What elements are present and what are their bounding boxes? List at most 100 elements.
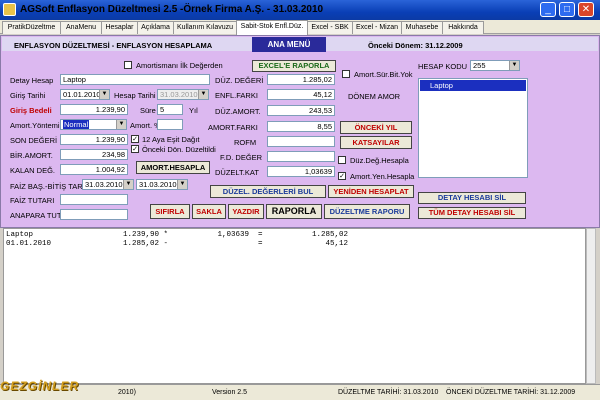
sure-input[interactable]: 5 (157, 104, 183, 115)
amort-sur-bit-yok-checkbox[interactable] (342, 70, 350, 78)
duzelt-kat-value: 1,03639 (267, 166, 335, 177)
tab-excel-sbk[interactable]: Excel - SBK (307, 21, 353, 34)
detay-hesap-label: Detay Hesap (10, 76, 54, 85)
amort-yen-hesapla-checkbox[interactable]: ✓ (338, 172, 346, 180)
app-icon (3, 3, 16, 16)
tab-bar: PratikDüzeltme AnaMenu Hesaplar Açıklama… (0, 20, 600, 35)
onceki-donem-label: Önceki Dönem: 31.12.2009 (368, 41, 463, 50)
hesap-kodu-value: 255 (473, 61, 486, 70)
amortismani-ilk-degerden-checkbox[interactable] (124, 61, 132, 69)
hesap-kodu-select[interactable]: 255 ▼ (470, 60, 520, 71)
duz-amort-value: 243,53 (267, 105, 335, 116)
bir-amort-label: BİR.AMORT. (10, 151, 53, 160)
chevron-down-icon: ▼ (116, 120, 126, 129)
tab-sabit-stok[interactable]: Sabit-Stok Enfl.Düz. (236, 20, 308, 35)
onceki-don-duzeltildi-label: Önceki Dön. Düzeltildi (142, 145, 216, 154)
amort-farki-value: 8,55 (267, 121, 335, 132)
amort-farki-label: AMORT.FARKI (208, 123, 258, 132)
sakla-button[interactable]: SAKLA (192, 204, 226, 219)
amort-yen-hesapla-label: Amort.Yen.Hesapla (350, 172, 415, 181)
son-degeri-label: SON DEĞERİ (10, 136, 58, 145)
excel-raporla-button[interactable]: EXCEL'E RAPORLA (252, 60, 336, 72)
ay-esit-dagit-checkbox[interactable]: ✓ (131, 135, 139, 143)
fd-degeri-value (267, 151, 335, 162)
tab-kullanim-kilavuzu[interactable]: Kullanım Kılavuzu (173, 21, 237, 34)
output-scrollbar[interactable] (586, 228, 596, 384)
duzelt-kat-label: DÜZELT.KAT (215, 168, 259, 177)
status-version: Version 2.5 (212, 389, 248, 396)
list-item[interactable]: Laptop (420, 80, 526, 91)
chevron-down-icon: ▼ (198, 90, 208, 99)
tab-excel-mizan[interactable]: Excel - Mizan (352, 21, 402, 34)
report-output[interactable]: Laptop 1.239,90 * 1,03639 = 1.285,02 01.… (3, 228, 586, 384)
report-row: Laptop 1.239,90 * 1,03639 = 1.285,02 (6, 231, 349, 239)
tab-muhasebe[interactable]: Muhasebe (401, 21, 443, 34)
section-title: ENFLASYON DÜZELTMESİ - ENFLASYON HESAPLA… (14, 41, 213, 50)
maximize-button[interactable]: □ (559, 2, 575, 17)
sifirla-button[interactable]: SIFIRLA (150, 204, 190, 219)
hesap-tarihi-picker[interactable]: 31.03.2010 ▼ (157, 89, 209, 100)
tab-aciklama[interactable]: Açıklama (137, 21, 174, 34)
katsayilar-button[interactable]: KATSAYILAR (340, 136, 412, 149)
status-duzeltme-tarihi: DÜZELTME TARİHİ: 31.03.2010 (338, 389, 439, 396)
amort-hesapla-button[interactable]: AMORT.HESAPLA (136, 161, 210, 174)
amort-sur-bit-yok-label: Amort.Sür.Bit.Yok (354, 70, 413, 79)
tab-hesaplar[interactable]: Hesaplar (101, 21, 138, 34)
chevron-down-icon: ▼ (509, 61, 519, 70)
detay-hesap-listbox[interactable] (418, 78, 528, 178)
chevron-down-icon: ▼ (177, 180, 187, 189)
duz-amort-label: DÜZ.AMORT. (215, 107, 261, 116)
tab-pratik-duzeltme[interactable]: PratikDüzeltme (2, 21, 61, 34)
rofm-label: ROFM (234, 138, 257, 147)
tum-detay-hesabi-sil-button[interactable]: TÜM DETAY HESABI SİL (418, 207, 526, 219)
giris-bedeli-input[interactable]: 1.239,90 (60, 104, 128, 115)
fd-degeri-label: F.D. DEĞER (220, 153, 263, 162)
rofm-value (267, 136, 335, 147)
minimize-button[interactable]: _ (540, 2, 556, 17)
status-onceki-duzeltme-tarihi: ÖNCEKİ DÜZELTME TARİHİ: 31.12.2009 (446, 389, 576, 396)
duz-deg-hesapla-checkbox[interactable] (338, 156, 346, 164)
faiz-bitis-value: 31.03.2010 (139, 180, 177, 189)
onceki-don-duzeltildi-checkbox[interactable]: ✓ (131, 145, 139, 153)
raporla-button[interactable]: RAPORLA (266, 204, 322, 219)
anapara-tut-input[interactable] (60, 209, 128, 220)
detay-hesap-input[interactable]: Laptop (60, 74, 210, 85)
son-degeri-value: 1.239,90 (60, 134, 128, 145)
duzeltme-raporu-button[interactable]: DÜZELTME RAPORU (324, 204, 410, 219)
kalan-deg-value: 1.004,92 (60, 164, 128, 175)
faiz-tutari-label: FAİZ TUTARI (10, 196, 55, 205)
ay-esit-dagit-label: 12 Aya Eşit Dağıt (142, 135, 200, 144)
detay-hesabi-sil-button[interactable]: DETAY HESABI SİL (418, 192, 526, 204)
yazdir-button[interactable]: YAZDIR (228, 204, 264, 219)
amort-yontemi-label: Amort.Yöntemi (10, 121, 60, 130)
amort-pct-input[interactable] (157, 119, 183, 130)
duz-deg-hesapla-label: Düz.Değ.Hesapla (350, 156, 409, 165)
faiz-bitis-picker[interactable]: 31.03.2010 ▼ (136, 179, 188, 190)
bir-amort-value: 234,98 (60, 149, 128, 160)
tab-ana-menu[interactable]: AnaMenu (60, 21, 102, 34)
giris-tarihi-picker[interactable]: 01.01.2010 ▼ (60, 89, 110, 100)
yil-label: Yıl (189, 106, 198, 115)
status-bar: 2010) Version 2.5 DÜZELTME TARİHİ: 31.03… (0, 384, 600, 400)
donem-amor-label: DÖNEM AMOR (348, 92, 401, 101)
amort-yontemi-value: Normal (63, 120, 90, 129)
sure-label: Süre (140, 106, 156, 115)
hesap-tarihi-label: Hesap Tarihi (114, 91, 156, 100)
ana-menu-button[interactable]: ANA MENÜ (252, 37, 326, 52)
amort-yontemi-select[interactable]: Normal ▼ (60, 119, 127, 130)
faiz-bas-picker[interactable]: 31.03.2010 ▼ (82, 179, 134, 190)
giris-tarihi-label: Giriş Tarihi (10, 91, 46, 100)
report-row: 01.01.2010 1.285,02 - = 45,12 (6, 240, 349, 248)
onceki-yil-button[interactable]: ÖNCEKİ YIL (340, 121, 412, 134)
status-left: 2010) (118, 389, 136, 396)
faiz-tutari-input[interactable] (60, 194, 128, 205)
chevron-down-icon: ▼ (99, 90, 109, 99)
tab-hakkinda[interactable]: Hakkında (442, 21, 484, 34)
yeniden-hesaplat-button[interactable]: YENİDEN HESAPLAT (328, 185, 414, 198)
faiz-bas-value: 31.03.2010 (85, 180, 123, 189)
hesap-kodu-label: HESAP KODU (418, 62, 468, 71)
enfl-farki-value: 45,12 (267, 89, 335, 100)
chevron-down-icon: ▼ (123, 180, 133, 189)
close-button[interactable]: ✕ (578, 2, 594, 17)
duzel-degerleri-bul-button[interactable]: DÜZEL. DEĞERLERİ BUL (210, 185, 326, 198)
